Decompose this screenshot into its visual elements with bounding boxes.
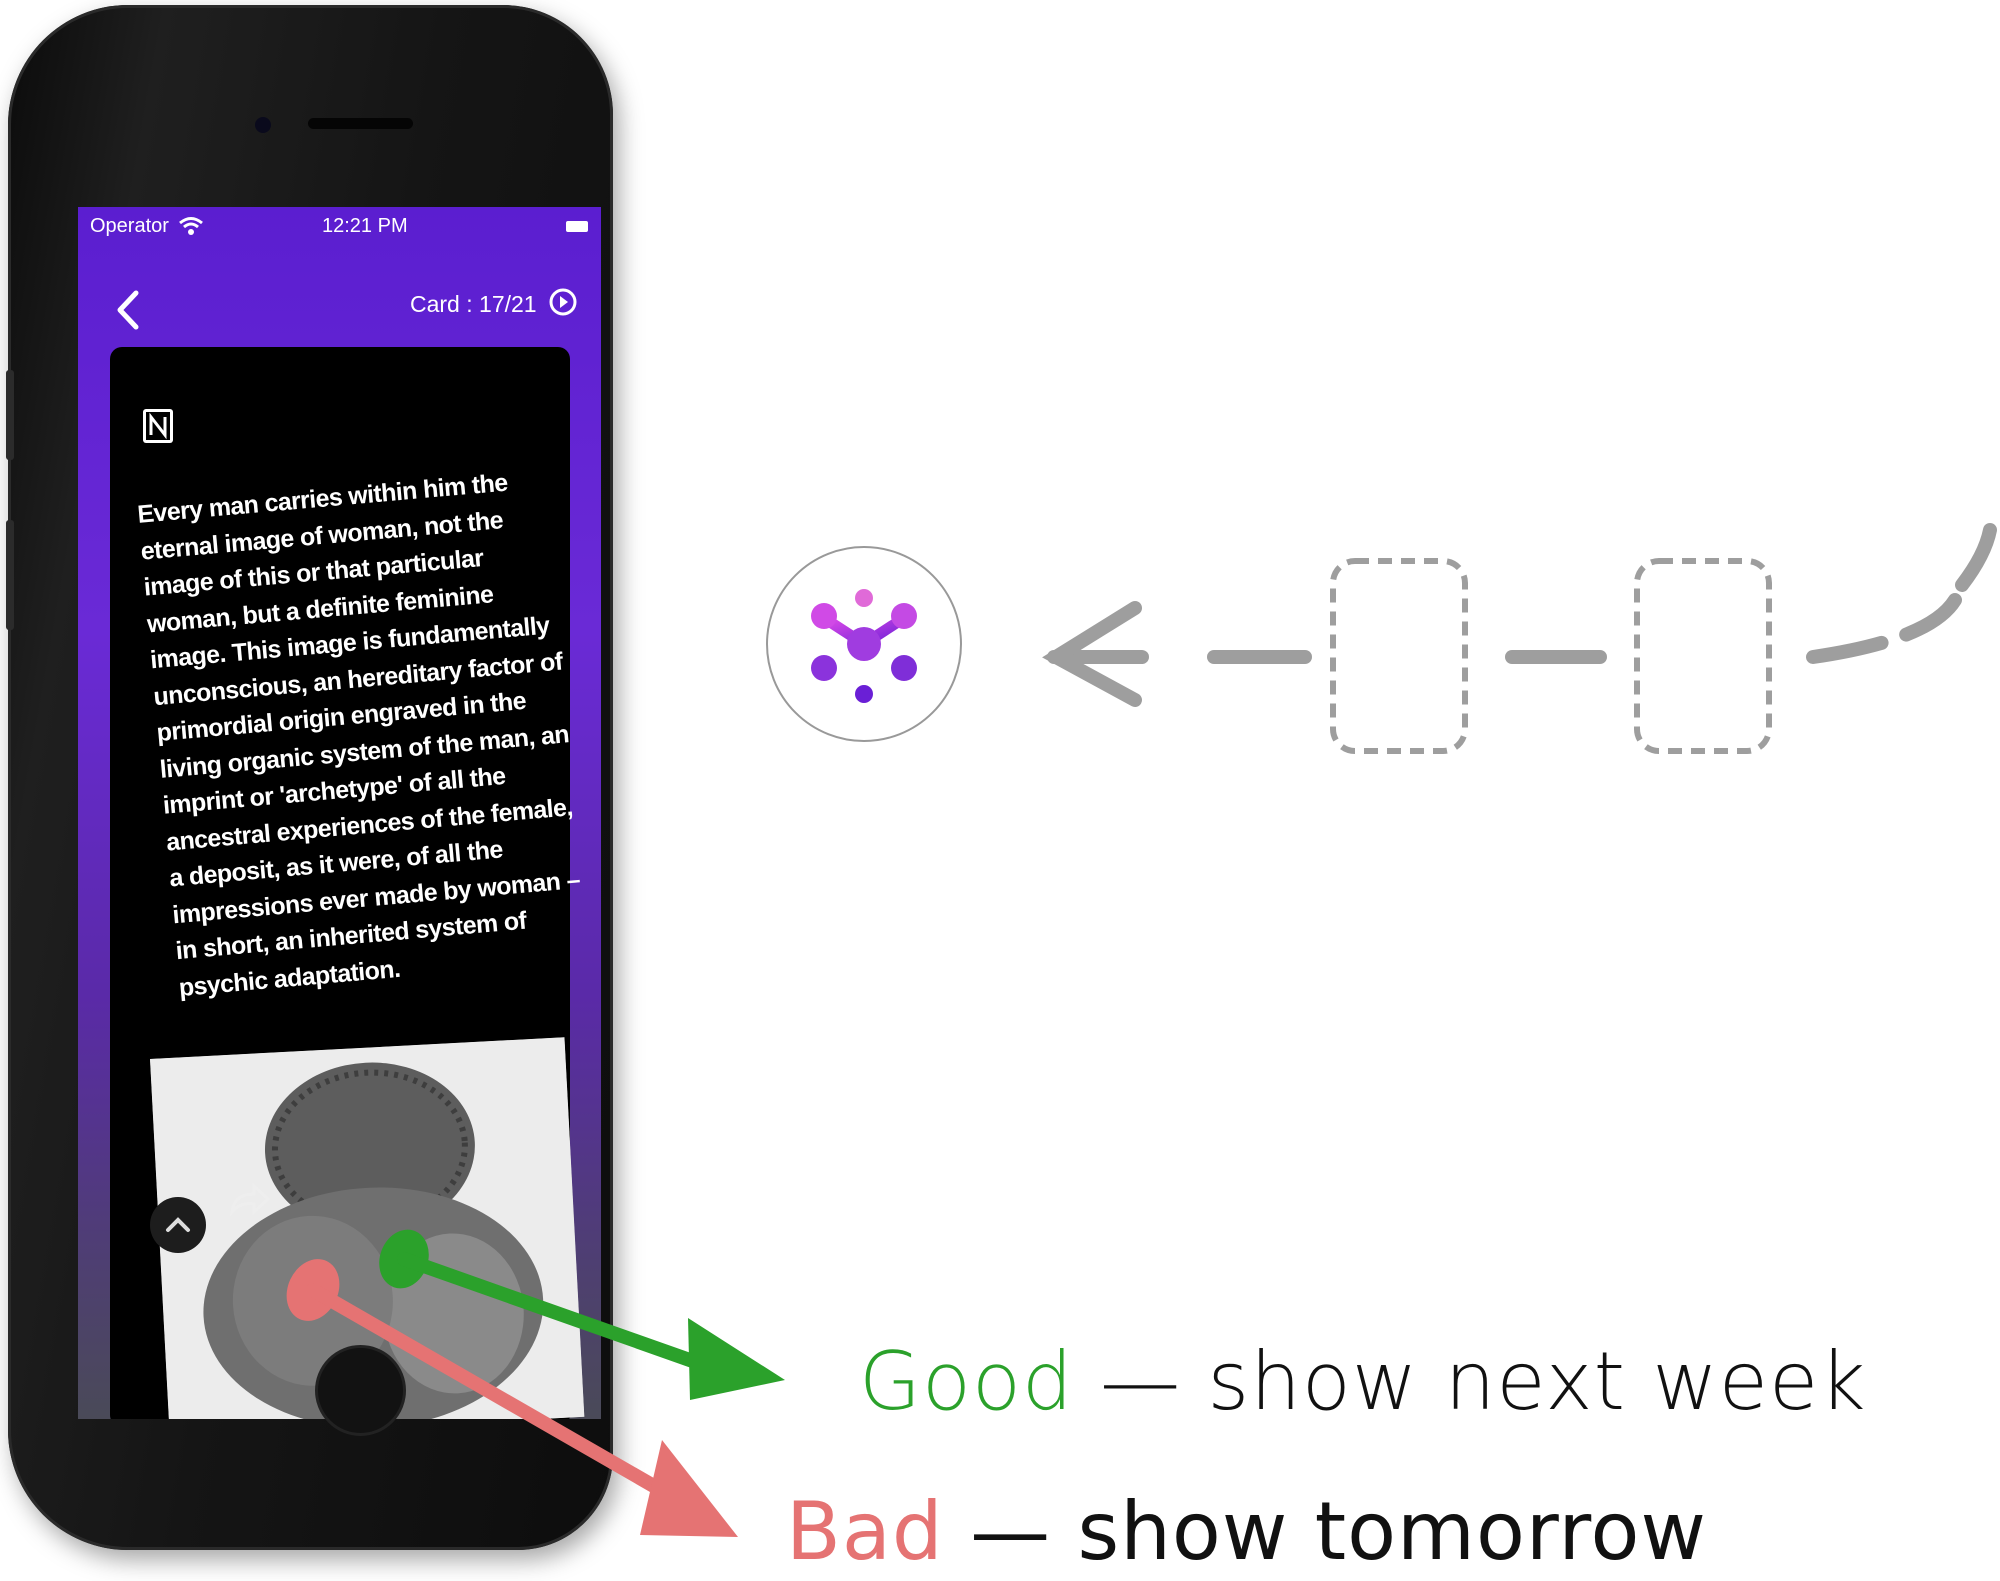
card-placeholder-1 <box>1330 558 1468 754</box>
good-description: — show next week <box>1073 1335 1867 1428</box>
bad-label: Bad — show tomorrow <box>786 1485 1707 1578</box>
good-swipe-arrow <box>379 1229 785 1400</box>
bad-word: Bad <box>786 1485 944 1578</box>
flow-curve <box>1806 593 1962 664</box>
flow-curve-top <box>1955 523 1997 592</box>
good-label: Good — show next week <box>859 1335 1867 1428</box>
good-word: Good <box>859 1335 1074 1428</box>
arrow-left-icon <box>1042 601 1149 707</box>
bad-description: — show tomorrow <box>943 1485 1707 1578</box>
card-placeholder-2 <box>1634 558 1772 754</box>
